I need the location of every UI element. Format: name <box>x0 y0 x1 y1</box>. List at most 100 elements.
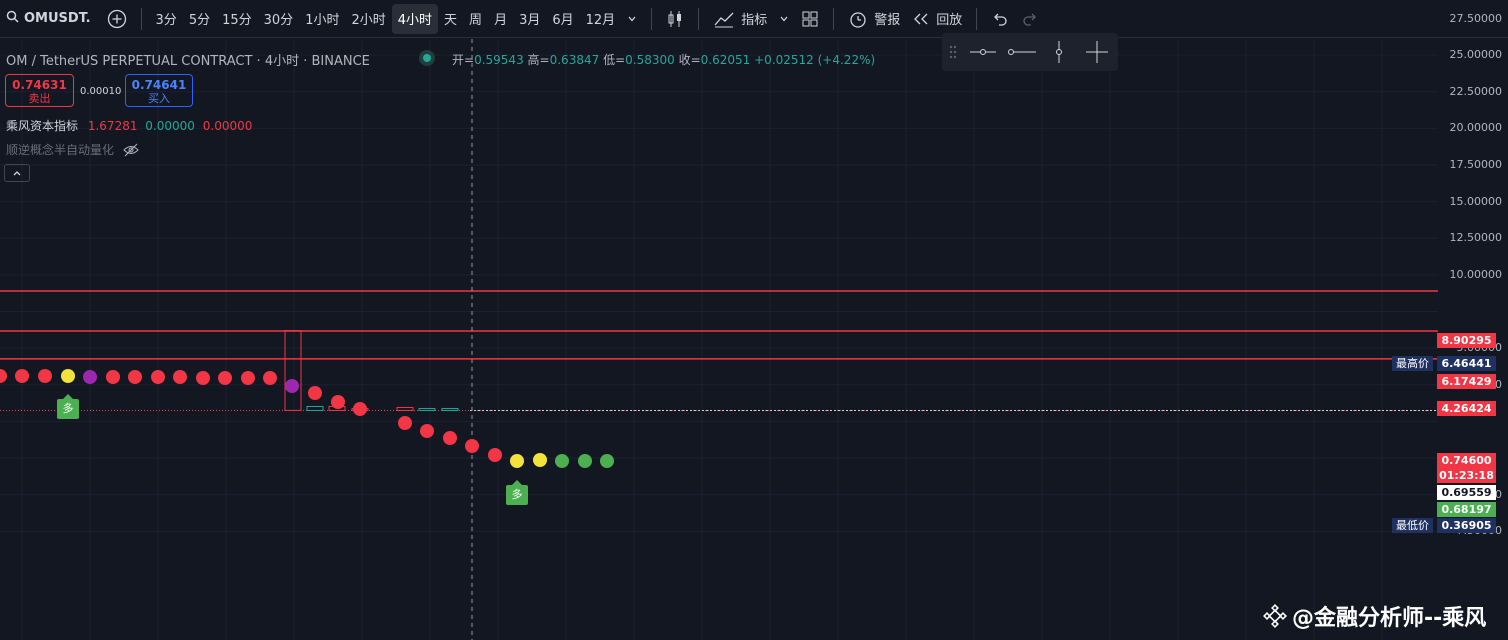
signal-dot <box>263 371 277 385</box>
indicator-name: 顺逆概念半自动量化 <box>6 143 115 157</box>
candle-type-button[interactable] <box>660 4 690 34</box>
interval-月[interactable]: 月 <box>488 4 513 34</box>
interval-4小时[interactable]: 4小时 <box>391 3 439 34</box>
signal-dot <box>533 453 547 467</box>
price-label: 0.36905 <box>1437 518 1496 533</box>
signal-dot <box>196 371 210 385</box>
candlestick-icon <box>668 10 682 27</box>
chart-title: OM / TetherUS PERPETUAL CONTRACT · 4小时 ·… <box>6 54 370 69</box>
price-tick: 20.00000 <box>1449 121 1503 135</box>
watermark-text: @金融分析师--乘风 <box>1292 606 1487 631</box>
interval-天[interactable]: 天 <box>438 4 463 34</box>
compare-add-button[interactable] <box>101 4 133 34</box>
high-label: 高 <box>527 53 540 67</box>
divider <box>976 7 978 30</box>
horizontal-line-icon[interactable] <box>1002 37 1040 67</box>
change-value: +0.02512 (+4.22%) <box>754 53 876 67</box>
signal-dot <box>578 454 592 468</box>
interval-6月[interactable]: 6月 <box>546 4 579 34</box>
spread-value: 0.00010 <box>80 86 122 97</box>
eye-hidden-icon[interactable] <box>122 143 140 157</box>
sell-label: 卖出 <box>28 92 51 105</box>
long-signal-tag: 多 <box>506 480 528 505</box>
high-value: 0.63847 <box>549 53 600 67</box>
price-tick: 15.00000 <box>1449 194 1503 208</box>
collapse-legend-button[interactable] <box>4 164 30 182</box>
undo-button[interactable] <box>985 4 1015 34</box>
crosshair-icon[interactable] <box>1078 37 1116 67</box>
price-label: 8.90295 <box>1437 333 1496 348</box>
symbol-name: OMUSDT. <box>24 11 91 26</box>
alert-button[interactable]: 警报 <box>842 4 906 34</box>
indicator-legend-1[interactable]: 乘风资本指标 1.67281 0.00000 0.00000 <box>6 117 252 134</box>
close-label: 收 <box>678 53 691 67</box>
indicator-chart-icon <box>714 12 734 27</box>
divider <box>698 7 700 30</box>
interval-30分[interactable]: 30分 <box>258 4 300 34</box>
signal-dot <box>600 454 614 468</box>
indicator-value-2: 0.00000 <box>145 119 195 133</box>
layout-button[interactable] <box>795 4 825 34</box>
indicator-value-3: 0.00000 <box>202 119 253 133</box>
interval-5分[interactable]: 5分 <box>183 4 216 34</box>
price-label-caption: 最低价 <box>1392 518 1433 533</box>
horizontal-ray-icon[interactable] <box>964 37 1002 67</box>
signal-dot <box>83 370 97 384</box>
interval-1小时[interactable]: 1小时 <box>299 4 345 34</box>
indicators-dropdown[interactable] <box>773 4 795 34</box>
signal-dot <box>353 402 367 416</box>
buy-price: 0.74641 <box>131 78 187 92</box>
price-tick: 25.00000 <box>1449 48 1503 62</box>
vertical-line-icon[interactable] <box>1040 37 1078 67</box>
plus-circle-icon <box>107 9 126 28</box>
candle <box>396 406 414 411</box>
interval-dropdown[interactable] <box>621 4 643 34</box>
signal-dot <box>173 370 187 384</box>
signal-dot <box>151 370 165 384</box>
signal-dot <box>106 370 120 384</box>
signal-dot <box>308 386 322 400</box>
interval-3分[interactable]: 3分 <box>150 4 183 34</box>
layout-grid-icon <box>802 11 818 26</box>
search-icon <box>6 10 19 27</box>
sell-button[interactable]: 0.74631 卖出 <box>5 74 74 107</box>
indicators-button[interactable]: 指标 <box>707 4 773 34</box>
symbol-search[interactable]: OMUSDT. <box>0 4 97 34</box>
interval-3月[interactable]: 3月 <box>513 4 546 34</box>
signal-dot <box>331 395 345 409</box>
indicator-legend-2[interactable]: 顺逆概念半自动量化 <box>6 141 140 158</box>
signal-dot <box>465 439 479 453</box>
open-label: 开 <box>452 53 465 67</box>
redo-button[interactable] <box>1015 4 1045 34</box>
redo-icon <box>1023 13 1037 26</box>
signal-dot <box>218 371 232 385</box>
interval-12月[interactable]: 12月 <box>580 4 622 34</box>
long-signal-tag: 多 <box>57 394 79 419</box>
price-label: 01:23:18 <box>1437 468 1496 483</box>
drag-handle-icon[interactable] <box>942 42 964 62</box>
low-value: 0.58300 <box>625 53 675 67</box>
price-tick: 22.50000 <box>1449 84 1503 98</box>
interval-周[interactable]: 周 <box>463 4 488 34</box>
price-tick: 17.50000 <box>1449 158 1503 172</box>
signal-dot <box>488 448 502 462</box>
signal-dot <box>510 454 524 468</box>
price-label-caption: 最高价 <box>1392 356 1433 371</box>
chevron-down-icon <box>628 16 636 21</box>
watermark: @金融分析师--乘风 <box>1262 600 1486 632</box>
price-label: 0.68197 <box>1437 502 1496 517</box>
rewind-icon <box>914 13 928 24</box>
indicator-name: 乘风资本指标 <box>6 119 79 133</box>
close-value: 0.62051 <box>700 53 751 67</box>
low-label: 低 <box>603 53 616 67</box>
alarm-clock-icon <box>850 11 866 28</box>
interval-15分[interactable]: 15分 <box>216 4 258 34</box>
price-tick: 27.50000 <box>1449 11 1503 25</box>
top-toolbar: OMUSDT. 3分 5分 15分 30分 1小时 2小时 4小时天周月 3月 6月 12月 指标… <box>0 0 1508 38</box>
buy-button[interactable]: 0.74641 买入 <box>125 74 193 107</box>
interval-2小时[interactable]: 2小时 <box>345 4 391 34</box>
signal-dot <box>241 371 255 385</box>
chevron-down-icon <box>780 16 788 21</box>
replay-button[interactable]: 回放 <box>906 4 968 34</box>
sell-price: 0.74631 <box>12 78 67 92</box>
